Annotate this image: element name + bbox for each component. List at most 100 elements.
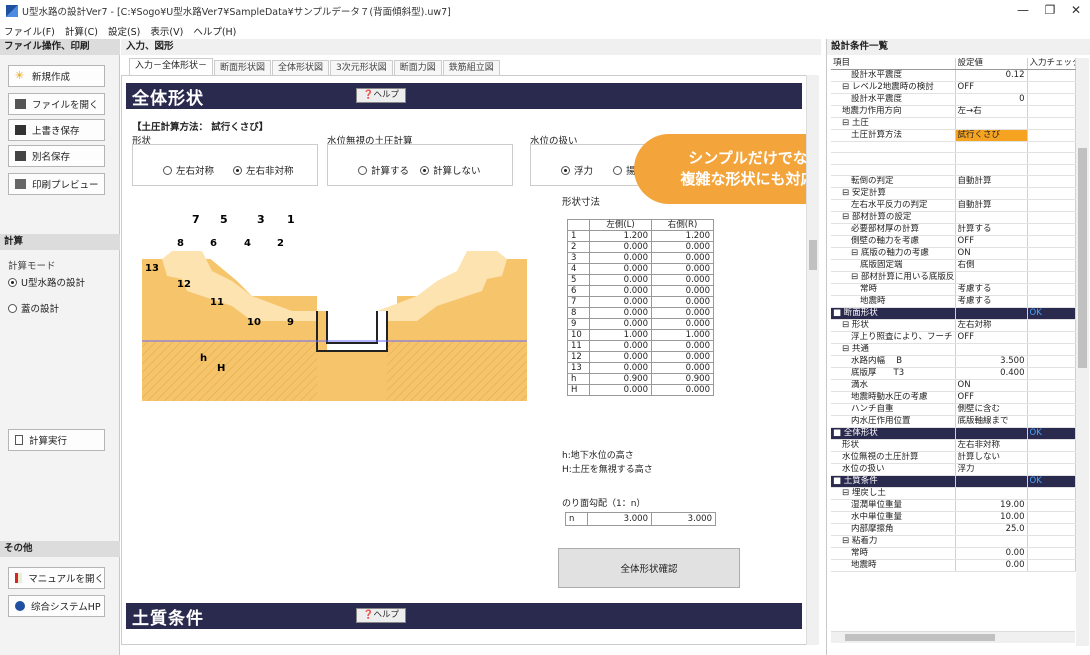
- condition-value[interactable]: 自動計算: [955, 199, 1028, 213]
- condition-value[interactable]: 0: [955, 93, 1028, 106]
- condition-row[interactable]: 左右水平反力の判定 自動計算: [831, 199, 1076, 213]
- tab-input-overall[interactable]: 入力－全体形状－: [129, 58, 214, 75]
- condition-row[interactable]: 浮上り照査により、フーチ OFF: [831, 331, 1076, 345]
- dim-right-value[interactable]: 0.000: [651, 252, 714, 264]
- condition-value[interactable]: 考慮する: [955, 295, 1028, 309]
- dim-left-value[interactable]: 0.000: [589, 362, 652, 374]
- save-as-button[interactable]: 別名保存: [8, 145, 105, 167]
- condition-value[interactable]: 底版軸線まで: [955, 415, 1028, 429]
- condition-value[interactable]: OFF: [955, 235, 1028, 249]
- confirm-shape-button[interactable]: 全体形状確認: [558, 548, 740, 588]
- condition-value[interactable]: 3.500: [955, 355, 1028, 369]
- condition-value[interactable]: 19.00: [955, 499, 1028, 513]
- condition-row[interactable]: ハンチ自重 側壁に含む: [831, 403, 1076, 417]
- condition-value[interactable]: 0.400: [955, 367, 1028, 381]
- condition-row[interactable]: 転倒の判定 自動計算: [831, 175, 1076, 189]
- homepage-button[interactable]: 综合システムHP: [8, 595, 105, 617]
- manual-button[interactable]: マニュアルを開く: [8, 567, 105, 589]
- condition-value[interactable]: 左→右: [955, 105, 1028, 118]
- category-row[interactable]: ■ 断面形状 OK: [831, 307, 1076, 321]
- condition-value[interactable]: [955, 141, 1028, 154]
- condition-row[interactable]: 土圧計算方法 試行くさび: [831, 129, 1076, 142]
- dim-left-value[interactable]: 0.000: [589, 252, 652, 264]
- condition-row[interactable]: 底版厚 T3 0.400: [831, 367, 1076, 381]
- dim-left-value[interactable]: 0.000: [589, 241, 652, 253]
- condition-row[interactable]: 地震力作用方向 左→右: [831, 105, 1076, 118]
- condition-value[interactable]: 0.00: [955, 559, 1028, 573]
- condition-value[interactable]: [955, 187, 1028, 201]
- wl-nocalc[interactable]: 計算しない: [420, 163, 481, 177]
- condition-value[interactable]: [955, 343, 1028, 357]
- menu-help[interactable]: ヘルプ(H): [193, 24, 236, 38]
- condition-row[interactable]: ⊟ 底版の軸力の考慮 ON: [831, 247, 1076, 261]
- dim-left-value[interactable]: 1.000: [589, 329, 652, 341]
- condition-row[interactable]: 内部摩擦角 25.0: [831, 523, 1076, 537]
- condition-value[interactable]: 左右非対称: [955, 439, 1028, 453]
- dim-right-value[interactable]: 0.000: [651, 340, 714, 352]
- save-button[interactable]: 上書き保存: [8, 119, 105, 141]
- tab-section-shape[interactable]: 断面形状図: [214, 60, 272, 75]
- dim-right-value[interactable]: 1.200: [651, 230, 714, 242]
- dim-right-value[interactable]: 0.000: [651, 285, 714, 297]
- dim-right-value[interactable]: 0.000: [651, 307, 714, 319]
- menu-file[interactable]: ファイル(F): [4, 24, 55, 38]
- tab-3d-shape[interactable]: 3次元形状図: [330, 60, 393, 75]
- condition-value[interactable]: 0.00: [955, 547, 1028, 561]
- dim-right-value[interactable]: 0.000: [651, 318, 714, 330]
- menu-calc[interactable]: 計算(C): [65, 24, 98, 38]
- help-button[interactable]: ❓ヘルプ: [356, 88, 406, 103]
- condition-value[interactable]: [955, 152, 1028, 165]
- tab-overall-shape[interactable]: 全体形状図: [272, 60, 330, 75]
- condition-row[interactable]: 地震時 考慮する: [831, 295, 1076, 309]
- condition-value[interactable]: ON: [955, 247, 1028, 261]
- condition-value[interactable]: 浮力: [955, 463, 1028, 477]
- condition-value[interactable]: [955, 117, 1028, 130]
- dim-right-value[interactable]: 0.000: [651, 296, 714, 308]
- condition-row[interactable]: [831, 141, 1076, 154]
- dim-left-value[interactable]: 0.000: [589, 307, 652, 319]
- dim-right-value[interactable]: 0.000: [651, 241, 714, 253]
- condition-row[interactable]: 形状 左右非対称: [831, 439, 1076, 453]
- tab-rebar[interactable]: 鉄筋組立図: [442, 60, 500, 75]
- condition-value[interactable]: OFF: [955, 331, 1028, 345]
- condition-value[interactable]: OFF: [955, 391, 1028, 405]
- condition-row[interactable]: 必要部材厚の計算 計算する: [831, 223, 1076, 237]
- condition-row[interactable]: 側壁の軸力を考慮 OFF: [831, 235, 1076, 249]
- calc-mode-u[interactable]: U型水路の設計: [8, 275, 85, 289]
- condition-row[interactable]: 常時 考慮する: [831, 283, 1076, 297]
- condition-value[interactable]: [955, 307, 1028, 321]
- condition-row[interactable]: ⊟ 安定計算: [831, 187, 1076, 201]
- minimize-button[interactable]: —: [1013, 3, 1033, 17]
- condition-row[interactable]: 常時 0.00: [831, 547, 1076, 561]
- dim-left-value[interactable]: 0.000: [589, 351, 652, 363]
- condition-value[interactable]: 計算しない: [955, 451, 1028, 465]
- condition-value[interactable]: 25.0: [955, 523, 1028, 537]
- dim-left-value[interactable]: 0.000: [589, 318, 652, 330]
- content-scrollbar[interactable]: [806, 75, 819, 645]
- dim-right-value[interactable]: 0.000: [651, 362, 714, 374]
- dim-left-value[interactable]: 1.200: [589, 230, 652, 242]
- condition-value[interactable]: 側壁に含む: [955, 403, 1028, 417]
- condition-value[interactable]: [955, 535, 1028, 549]
- slope-right[interactable]: 3.000: [651, 512, 716, 526]
- condition-value[interactable]: 考慮する: [955, 283, 1028, 297]
- shape-symmetric[interactable]: 左右対称: [163, 163, 214, 177]
- condition-value[interactable]: ON: [955, 379, 1028, 393]
- new-button[interactable]: ✳ 新規作成: [8, 65, 105, 87]
- calc-run-button[interactable]: 計算実行: [8, 429, 105, 451]
- dim-right-value[interactable]: 0.000: [651, 274, 714, 286]
- menu-settings[interactable]: 設定(S): [108, 24, 140, 38]
- menu-view[interactable]: 表示(V): [150, 24, 183, 38]
- shape-asymmetric[interactable]: 左右非対称: [233, 163, 294, 177]
- dim-left-value[interactable]: 0.900: [589, 373, 652, 385]
- condition-row[interactable]: 底版固定端 右側: [831, 259, 1076, 273]
- dim-left-value[interactable]: 0.000: [589, 384, 652, 396]
- condition-value[interactable]: 10.00: [955, 511, 1028, 525]
- condition-value[interactable]: [955, 271, 1028, 285]
- condition-row[interactable]: ⊟ 土圧: [831, 117, 1076, 130]
- wl-calc[interactable]: 計算する: [358, 163, 409, 177]
- water-buoyancy[interactable]: 浮力: [561, 163, 593, 177]
- condition-row[interactable]: 地震時 0.00: [831, 559, 1076, 573]
- condition-value[interactable]: 計算する: [955, 223, 1028, 237]
- condition-row[interactable]: 内水圧作用位置 底版軸線まで: [831, 415, 1076, 429]
